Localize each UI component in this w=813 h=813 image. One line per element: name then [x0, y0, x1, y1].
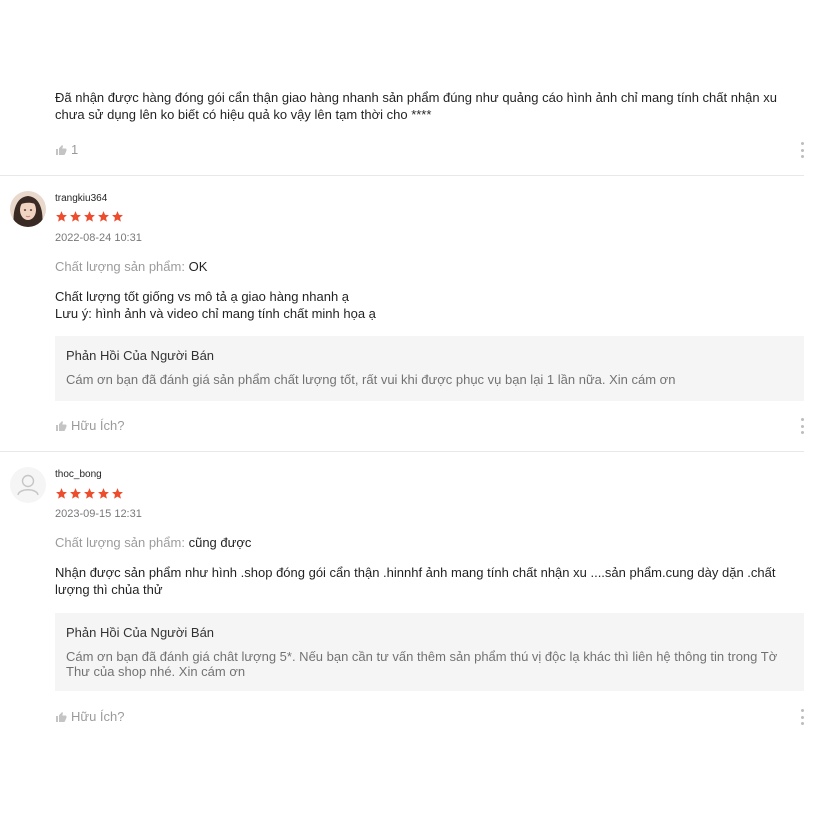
- review-comment: Nhận được sản phẩm như hình .shop đóng g…: [55, 565, 776, 597]
- reviewer-username[interactable]: trangkiu364: [55, 193, 107, 204]
- star-icon: [70, 488, 81, 499]
- review-divider: [0, 451, 804, 452]
- helpful-label: Hữu Ích?: [71, 709, 125, 724]
- like-count: 1: [71, 142, 79, 157]
- default-user-icon: [17, 474, 39, 496]
- seller-reply-text: Cám ơn bạn đã đánh giá chât lượng 5*. Nế…: [66, 649, 778, 679]
- thumbs-up-icon: [56, 711, 67, 722]
- helpful-button[interactable]: Hữu Ích?: [55, 709, 125, 724]
- star-icon: [56, 488, 67, 499]
- more-vertical-icon[interactable]: [800, 418, 804, 434]
- star-rating: [55, 210, 124, 223]
- like-button[interactable]: 1: [55, 142, 78, 157]
- review-comment-line: Chất lượng tốt giống vs mô tả ạ giao hàn…: [55, 289, 350, 304]
- review-comment: Chất lượng tốt giống vs mô tả ạ giao hàn…: [55, 288, 795, 322]
- star-icon: [56, 211, 67, 222]
- star-icon: [112, 488, 123, 499]
- star-icon: [112, 211, 123, 222]
- review-comment-line: Lưu ý: hình ảnh và video chỉ mang tính c…: [55, 306, 376, 321]
- star-icon: [98, 211, 109, 222]
- review-date: 2023-09-15 12:31: [55, 508, 142, 520]
- review-divider: [0, 175, 804, 176]
- more-vertical-icon[interactable]: [800, 142, 804, 158]
- seller-reply-text: Cám ơn bạn đã đánh giá sản phẩm chất lượ…: [66, 372, 676, 387]
- star-rating: [55, 487, 124, 500]
- avatar[interactable]: [10, 467, 46, 503]
- seller-reply: Phản Hồi Của Người Bán Cám ơn bạn đã đán…: [55, 613, 804, 691]
- quality-value: OK: [188, 259, 208, 274]
- thumbs-up-icon: [56, 144, 67, 155]
- star-icon: [70, 211, 81, 222]
- seller-reply-title: Phản Hồi Của Người Bán: [66, 348, 215, 363]
- quality-label: Chất lượng sản phẩm:: [55, 259, 185, 274]
- quality-label: Chất lượng sản phẩm:: [55, 535, 185, 550]
- avatar[interactable]: [10, 191, 46, 227]
- quality-attribute: Chất lượng sản phẩm: OK: [55, 259, 207, 274]
- thumbs-up-icon: [56, 420, 67, 431]
- helpful-label: Hữu Ích?: [71, 418, 125, 433]
- more-vertical-icon[interactable]: [800, 709, 804, 725]
- quality-value: cũng được: [188, 535, 252, 550]
- star-icon: [84, 211, 95, 222]
- reviewer-username[interactable]: thoc_bong: [55, 469, 102, 480]
- review-comment: Đã nhận được hàng đóng gói cẩn thận giao…: [55, 90, 777, 122]
- star-icon: [98, 488, 109, 499]
- quality-attribute: Chất lượng sản phẩm: cũng được: [55, 535, 251, 550]
- seller-reply-title: Phản Hồi Của Người Bán: [66, 625, 215, 640]
- helpful-button[interactable]: Hữu Ích?: [55, 418, 125, 433]
- star-icon: [84, 488, 95, 499]
- seller-reply: Phản Hồi Của Người Bán Cám ơn bạn đã đán…: [55, 336, 804, 401]
- review-date: 2022-08-24 10:31: [55, 232, 142, 244]
